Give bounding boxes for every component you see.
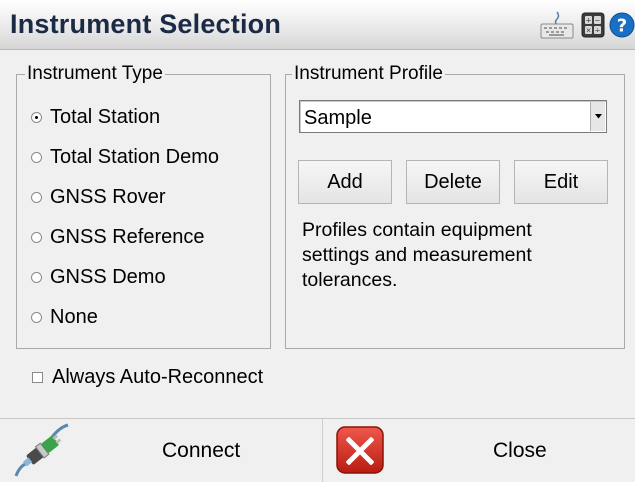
close-x-icon <box>336 426 384 474</box>
radio-button[interactable] <box>31 231 42 243</box>
svg-text:÷: ÷ <box>595 27 601 35</box>
radio-gnss-demo[interactable]: GNSS Demo <box>31 264 166 290</box>
radio-button[interactable] <box>31 311 42 323</box>
radio-label: None <box>50 306 98 328</box>
add-profile-button[interactable]: Add <box>298 160 392 204</box>
auto-reconnect-label: Always Auto-Reconnect <box>52 365 264 388</box>
radio-total-station-demo[interactable]: Total Station Demo <box>31 144 219 170</box>
radio-label: GNSS Rover <box>50 186 166 208</box>
instrument-type-group: Instrument Type Total Station Total Stat… <box>16 63 271 349</box>
calculator-icon[interactable]: + − × ÷ <box>581 12 605 38</box>
radio-button-selected[interactable] <box>31 111 42 123</box>
connect-label: Connect <box>162 439 241 462</box>
chevron-down-icon <box>594 114 602 119</box>
radio-button[interactable] <box>31 271 42 283</box>
help-icon[interactable]: ? <box>609 12 635 38</box>
profile-description: Profiles contain equipment settings and … <box>302 219 532 291</box>
instrument-type-legend: Instrument Type <box>25 63 165 85</box>
dropdown-arrow-button[interactable] <box>590 102 605 131</box>
radio-label: Total Station Demo <box>50 146 219 168</box>
window-title: Instrument Selection <box>10 9 282 39</box>
profile-dropdown[interactable]: Sample <box>299 100 607 133</box>
radio-label: GNSS Reference <box>50 226 205 248</box>
radio-button[interactable] <box>31 151 42 163</box>
svg-text:−: − <box>595 17 601 25</box>
radio-gnss-rover[interactable]: GNSS Rover <box>31 184 166 210</box>
edit-profile-button[interactable]: Edit <box>514 160 608 204</box>
auto-reconnect-checkbox-row[interactable]: Always Auto-Reconnect <box>32 364 263 390</box>
keyboard-icon[interactable] <box>539 10 575 40</box>
close-button[interactable]: Close <box>324 419 635 482</box>
svg-text:×: × <box>586 27 592 35</box>
connect-button[interactable]: Connect <box>0 419 322 482</box>
instrument-profile-legend: Instrument Profile <box>292 63 445 85</box>
radio-label: Total Station <box>50 106 161 128</box>
delete-profile-button[interactable]: Delete <box>406 160 500 204</box>
radio-gnss-reference[interactable]: GNSS Reference <box>31 224 205 250</box>
title-bar: Instrument Selection + − × ÷ ? <box>0 0 635 50</box>
radio-button[interactable] <box>31 191 42 203</box>
svg-text:?: ? <box>617 16 627 37</box>
close-label: Close <box>493 439 547 462</box>
radio-label: GNSS Demo <box>50 266 166 288</box>
svg-text:+: + <box>586 17 592 25</box>
auto-reconnect-checkbox[interactable] <box>32 371 43 383</box>
profile-dropdown-value: Sample <box>304 107 372 129</box>
connect-plug-icon <box>14 423 69 477</box>
radio-total-station[interactable]: Total Station <box>31 104 160 130</box>
radio-none[interactable]: None <box>31 304 98 330</box>
bottom-button-bar: Connect Close <box>0 418 635 482</box>
